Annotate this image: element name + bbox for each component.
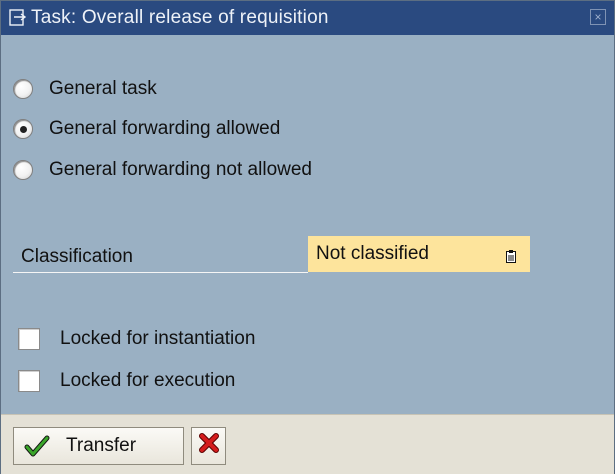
radio-general-forwarding-allowed[interactable]: General forwarding allowed — [13, 114, 280, 144]
radio-label: General forwarding allowed — [49, 118, 281, 139]
radio-label: General forwarding not allowed — [49, 159, 312, 180]
window-title: Task: Overall release of requisition — [31, 7, 329, 28]
dialog-footer: Transfer — [1, 414, 614, 474]
radio-button[interactable] — [13, 160, 33, 180]
locked-for-execution-row[interactable]: Locked for execution — [18, 366, 235, 396]
title-bar: Task: Overall release of requisition × — [1, 1, 614, 35]
transfer-label: Transfer — [66, 435, 137, 456]
close-icon[interactable]: × — [590, 9, 606, 25]
transfer-button[interactable]: Transfer — [13, 427, 184, 465]
classification-value: Not classified — [316, 243, 429, 264]
red-x-icon — [198, 432, 220, 460]
locked-for-instantiation-checkbox[interactable] — [18, 328, 40, 350]
f4-help-icon[interactable] — [506, 247, 516, 263]
locked-for-execution-checkbox[interactable] — [18, 370, 40, 392]
radio-button[interactable] — [13, 79, 33, 99]
classification-field[interactable]: Not classified — [308, 236, 530, 272]
radio-general-forwarding-not-allowed[interactable]: General forwarding not allowed — [13, 155, 312, 185]
cancel-button[interactable] — [191, 427, 226, 465]
classification-label: Classification — [13, 237, 308, 273]
task-dialog: Task: Overall release of requisition × G… — [0, 0, 615, 474]
checkbox-label: Locked for instantiation — [60, 328, 256, 349]
task-window-icon — [9, 9, 27, 27]
radio-general-task[interactable]: General task — [13, 74, 157, 104]
radio-label: General task — [49, 78, 157, 99]
radio-button[interactable] — [13, 119, 33, 139]
locked-for-instantiation-row[interactable]: Locked for instantiation — [18, 324, 255, 354]
green-check-icon — [24, 434, 50, 458]
checkbox-label: Locked for execution — [60, 370, 236, 391]
